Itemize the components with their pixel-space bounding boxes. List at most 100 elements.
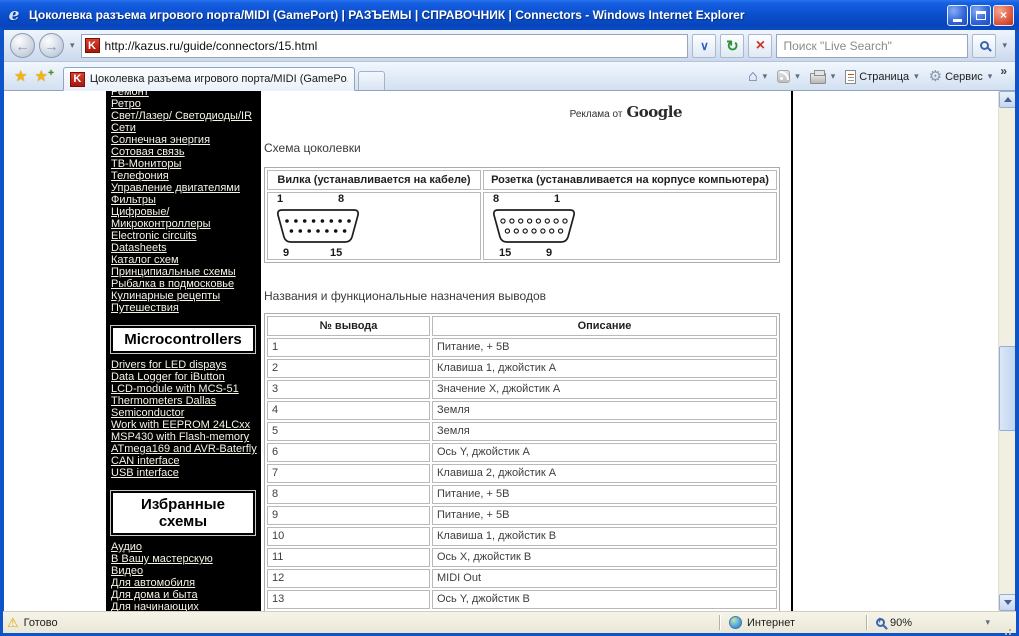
sidebar-link[interactable]: ATmega169 and AVR-Baterfly	[111, 443, 257, 455]
table-cell: 6	[267, 443, 430, 462]
sidebar-link[interactable]: Electronic circuits	[111, 230, 257, 242]
sidebar-link[interactable]: Для автомобиля	[111, 577, 257, 589]
status-bar: ⚠ Готово Интернет 90% ▾	[3, 611, 1016, 633]
rss-icon	[777, 70, 791, 83]
table-cell: 3	[267, 380, 430, 399]
address-input[interactable]	[104, 38, 685, 53]
vertical-scrollbar[interactable]	[998, 91, 1015, 611]
home-button[interactable]: ⌂ ▾	[744, 65, 773, 90]
close-button[interactable]: ×	[993, 4, 1014, 26]
sidebar-link[interactable]: Work with EEPROM 24LCxx	[111, 419, 257, 431]
active-tab[interactable]: K Цоколевка разъема игрового порта/MIDI …	[62, 67, 355, 91]
search-button[interactable]	[972, 33, 997, 58]
page-menu-button[interactable]: Страница ▾	[841, 65, 924, 90]
history-dropdown-icon[interactable]: ▾	[68, 40, 77, 51]
sidebar-link[interactable]: Управление двигателями	[111, 182, 257, 194]
search-options-icon[interactable]: ▾	[1000, 40, 1009, 51]
address-dropdown-button[interactable]: ∨	[692, 33, 717, 58]
connector-table: Вилка (устанавливается на кабеле) Розетк…	[264, 167, 780, 263]
zoom-dropdown-icon[interactable]: ▾	[983, 617, 992, 628]
sidebar-link[interactable]: Видео	[111, 565, 257, 577]
minimize-button[interactable]	[947, 4, 968, 26]
zoom-icon	[876, 615, 885, 627]
home-icon: ⌂	[748, 67, 758, 85]
refresh-button[interactable]: ↻	[720, 33, 745, 58]
sidebar-link[interactable]: Солнечная энергия	[111, 134, 257, 146]
table-cell: Ось Y, джойстик А	[432, 443, 777, 462]
sidebar-link[interactable]: CAN interface	[111, 455, 257, 467]
sidebar-link[interactable]: Сети	[111, 122, 257, 134]
print-button[interactable]: ▾	[806, 65, 842, 90]
new-tab-button[interactable]	[357, 71, 385, 90]
sidebar-link[interactable]: Каталог схем	[111, 254, 257, 266]
google-logo: Google	[626, 103, 682, 121]
stop-button[interactable]: ×	[748, 33, 773, 58]
stop-icon: ×	[755, 36, 766, 54]
favorites-center-button[interactable]: ★	[12, 67, 32, 90]
sidebar-top-links: Ремонт Ретро Свет/Лазер/ Светодиоды/IR Сети…	[111, 91, 257, 314]
sidebar-link[interactable]: Data Logger for iButton	[111, 371, 257, 383]
table-cell: 7	[267, 464, 430, 483]
pin-description-table: № вывода Описание 1 Питание, + 5В 2 Клавиша…	[264, 313, 780, 611]
sidebar-link[interactable]: LCD-module with MCS-51	[111, 383, 257, 395]
sidebar-link[interactable]: Thermometers Dallas	[111, 395, 257, 407]
zoom-control[interactable]: 90% ▾	[870, 615, 998, 629]
window-title: Цоколевка разъема игрового порта/MIDI (G…	[29, 8, 745, 22]
sidebar-link[interactable]: Цифровые/	[111, 206, 257, 218]
toolbar-overflow-button[interactable]: »	[998, 62, 1007, 78]
pin-label: 8	[493, 193, 500, 205]
sidebar-section-title: Microcontrollers	[113, 328, 253, 351]
sidebar-link[interactable]: Сотовая связь	[111, 146, 257, 158]
sidebar-link[interactable]: Semiconductor	[111, 407, 257, 419]
table-row: 13 Ось Y, джойстик В	[267, 590, 777, 609]
sidebar-link[interactable]: Ретро	[111, 98, 257, 110]
sidebar-link[interactable]: Ремонт	[111, 91, 257, 98]
add-favorite-button[interactable]: ★ +	[32, 67, 54, 90]
sidebar-link[interactable]: Свет/Лазер/ Светодиоды/IR	[111, 110, 257, 122]
table-cell: 11	[267, 548, 430, 567]
sidebar-link[interactable]: Для начинающих	[111, 601, 257, 611]
title-bar: e Цоколевка разъема игрового порта/MIDI …	[0, 0, 1019, 30]
connector-diagram-socket: 8 1 15 9	[490, 193, 582, 259]
sidebar-link[interactable]: Фильтры	[111, 194, 257, 206]
zoom-level: 90%	[890, 616, 913, 629]
page-right-border	[791, 91, 793, 611]
sidebar-link[interactable]: ТВ-Мониторы	[111, 158, 257, 170]
table-cell: Клавиша 1, джойстик А	[432, 359, 777, 378]
sidebar-link[interactable]: Аудио	[111, 541, 257, 553]
sidebar-microcontrollers-links: Drivers for LED dispays Data Logger for i…	[111, 359, 257, 479]
ad-label: Реклама от	[569, 109, 623, 120]
plus-icon: +	[48, 68, 54, 79]
resize-grip[interactable]	[998, 619, 1012, 633]
sidebar-link[interactable]: Принципиальные схемы	[111, 266, 257, 278]
sidebar-link[interactable]: Datasheets	[111, 242, 257, 254]
main-content: Реклама от Google Схема цоколевки Вилка …	[264, 91, 794, 611]
back-button[interactable]: ←	[10, 33, 35, 58]
table-row: 11 Ось X, джойстик В	[267, 548, 777, 567]
sidebar-link[interactable]: Для дома и быта	[111, 589, 257, 601]
scrollbar-thumb[interactable]	[999, 346, 1015, 431]
sidebar-link[interactable]: Путешествия	[111, 302, 257, 314]
scroll-down-button[interactable]	[999, 594, 1015, 611]
search-input[interactable]	[783, 38, 962, 53]
tools-menu-button[interactable]: ⚙ Сервис ▾	[925, 65, 999, 90]
scroll-up-button[interactable]	[999, 91, 1015, 108]
restore-button[interactable]	[970, 4, 991, 26]
sidebar-link[interactable]: Микроконтроллеры	[111, 218, 257, 230]
table-row: 3 Значение X, джойстик А	[267, 380, 777, 399]
gear-icon: ⚙	[928, 68, 943, 85]
forward-button[interactable]: →	[39, 33, 64, 58]
search-icon	[979, 41, 989, 50]
rss-button[interactable]: ▾	[773, 65, 806, 90]
table-row: 12 MIDI Out	[267, 569, 777, 588]
sidebar-link[interactable]: USB interface	[111, 467, 257, 479]
table-cell: 2	[267, 359, 430, 378]
sidebar-link[interactable]: В Вашу мастерскую	[111, 553, 257, 565]
sidebar-link[interactable]: MSP430 with Flash-memory	[111, 431, 257, 443]
sidebar-link[interactable]: Рыбалка в подмосковье	[111, 278, 257, 290]
sidebar-link[interactable]: Телефония	[111, 170, 257, 182]
sidebar-link[interactable]: Кулинарные рецепты	[111, 290, 257, 302]
sidebar-link[interactable]: Drivers for LED dispays	[111, 359, 257, 371]
pins-heading: Названия и функциональные назначения выв…	[264, 289, 546, 303]
table-cell: Питание, + 5В	[432, 338, 777, 357]
